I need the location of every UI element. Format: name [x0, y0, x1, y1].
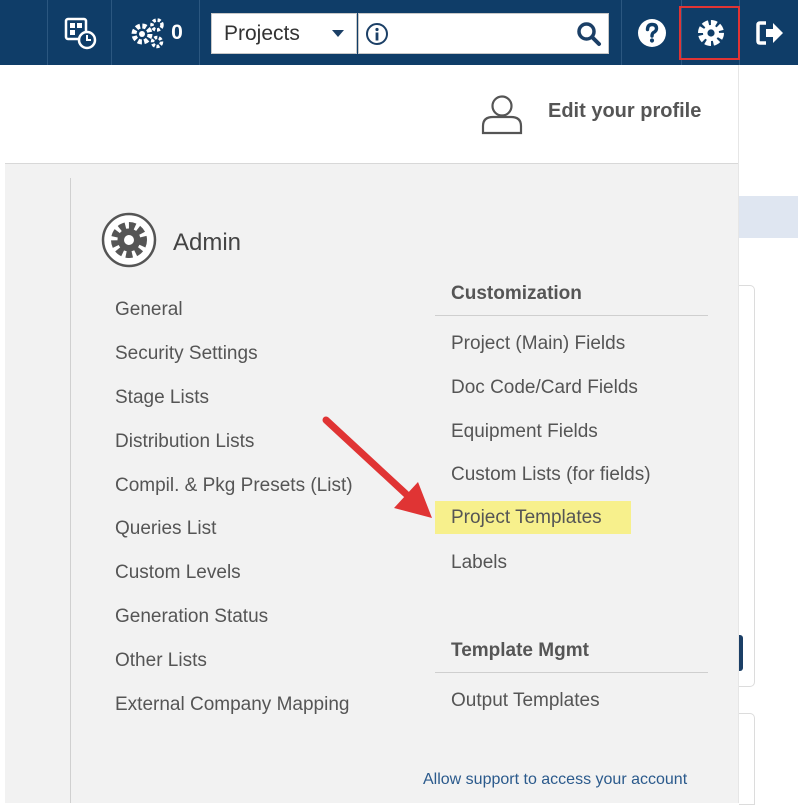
admin-item-generation-status[interactable]: Generation Status — [115, 603, 353, 647]
logout-icon[interactable] — [739, 0, 798, 65]
admin-item-general[interactable]: General — [115, 296, 353, 340]
dashboard-schedule-icon[interactable] — [47, 0, 112, 65]
custom-item-custom-lists[interactable]: Custom Lists (for fields) — [435, 461, 708, 505]
admin-item-queries-list[interactable]: Queries List — [115, 515, 353, 559]
navbar-spacer — [0, 0, 47, 65]
background-card — [739, 285, 755, 687]
user-avatar-icon[interactable] — [480, 93, 524, 140]
admin-item-security-settings[interactable]: Security Settings — [115, 340, 353, 384]
background-page-strip — [738, 65, 798, 805]
admin-item-external-company-mapping[interactable]: External Company Mapping — [115, 691, 353, 735]
template-item-output-templates[interactable]: Output Templates — [435, 687, 708, 731]
admin-item-distribution-lists[interactable]: Distribution Lists — [115, 428, 353, 472]
admin-item-custom-levels[interactable]: Custom Levels — [115, 559, 353, 603]
admin-item-compil-pkg-presets[interactable]: Compil. & Pkg Presets (List) — [115, 472, 353, 516]
profile-header: Edit your profile — [5, 65, 738, 164]
caret-down-icon — [332, 30, 344, 37]
template-mgmt-list: Output Templates — [435, 687, 708, 731]
admin-item-stage-lists[interactable]: Stage Lists — [115, 384, 353, 428]
background-button-edge — [739, 635, 743, 671]
admin-item-other-lists[interactable]: Other Lists — [115, 647, 353, 691]
custom-item-labels[interactable]: Labels — [435, 549, 708, 593]
search-input[interactable] — [395, 16, 569, 53]
search-field[interactable] — [358, 13, 609, 54]
gears-count-badge: 0 — [171, 20, 183, 44]
info-icon[interactable] — [365, 22, 389, 51]
settings-callout-box — [679, 6, 740, 60]
project-scope-value: Projects — [224, 21, 300, 45]
search-icon[interactable] — [576, 21, 602, 52]
customization-heading: Customization — [435, 283, 708, 316]
customization-section: Customization Project (Main) Fields Doc … — [435, 283, 708, 593]
customization-list: Project (Main) Fields Doc Code/Card Fiel… — [435, 330, 708, 593]
admin-title: Admin — [173, 228, 242, 256]
gears-icon — [129, 17, 165, 49]
template-mgmt-heading: Template Mgmt — [435, 640, 708, 673]
admin-gear-icon — [101, 212, 157, 273]
support-access-link[interactable]: Allow support to access your account — [423, 771, 687, 789]
custom-item-equipment-fields[interactable]: Equipment Fields — [435, 418, 708, 462]
admin-header: Admin — [101, 212, 241, 273]
project-scope-select[interactable]: Projects — [211, 13, 357, 54]
admin-left-list: General Security Settings Stage Lists Di… — [115, 296, 353, 735]
background-highlight-bar — [739, 196, 798, 238]
background-card-2 — [739, 713, 755, 805]
workflow-gears-button[interactable]: 0 — [111, 0, 200, 65]
custom-item-project-templates[interactable]: Project Templates — [435, 501, 631, 535]
help-icon[interactable] — [621, 0, 682, 65]
custom-item-project-main-fields[interactable]: Project (Main) Fields — [435, 330, 708, 374]
template-mgmt-section: Template Mgmt Output Templates — [435, 640, 708, 731]
edit-profile-link[interactable]: Edit your profile — [548, 100, 701, 123]
panel-divider — [70, 178, 71, 803]
custom-item-doc-code-card-fields[interactable]: Doc Code/Card Fields — [435, 374, 708, 418]
